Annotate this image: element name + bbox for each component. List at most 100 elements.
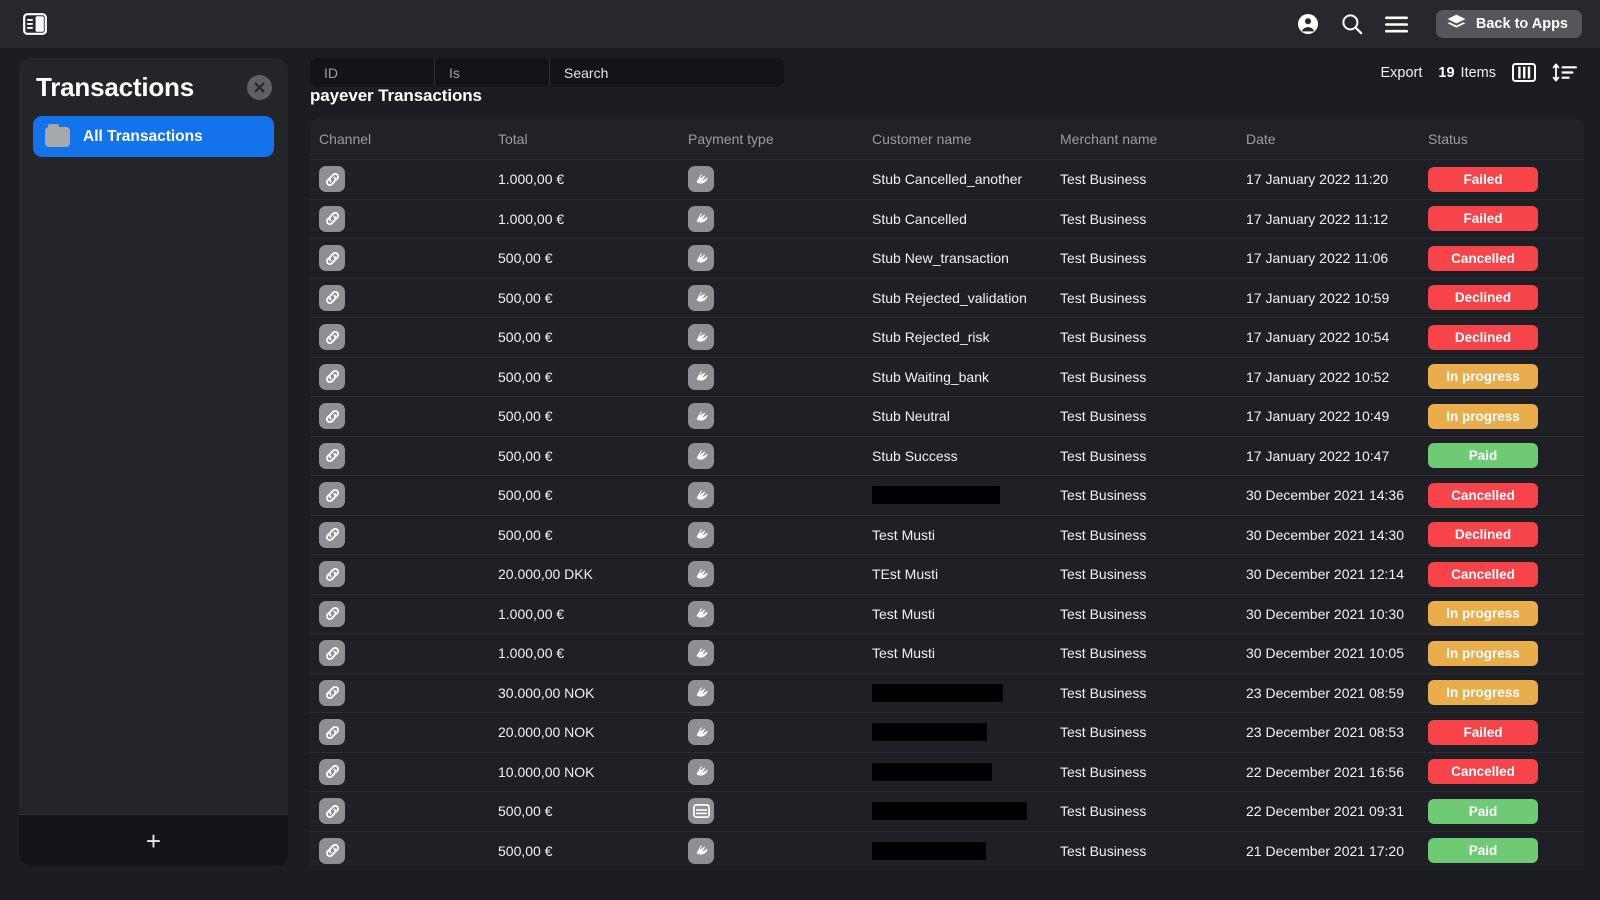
status-badge[interactable]: Paid (1428, 799, 1538, 824)
santander-flame-icon[interactable] (688, 759, 714, 785)
santander-flame-icon[interactable] (688, 285, 714, 311)
status-badge[interactable]: Failed (1428, 167, 1538, 192)
santander-flame-icon[interactable] (688, 680, 714, 706)
link-icon[interactable] (319, 443, 345, 469)
status-badge[interactable]: In progress (1428, 680, 1538, 705)
back-to-apps-button[interactable]: Back to Apps (1436, 10, 1582, 38)
table-row[interactable]: 20.000,00 NOKTest Business23 December 20… (310, 712, 1584, 752)
link-icon[interactable] (319, 680, 345, 706)
export-button[interactable]: Export (1380, 65, 1422, 81)
link-icon[interactable] (319, 482, 345, 508)
search-field-selector[interactable]: ID (310, 58, 435, 87)
status-badge[interactable]: Declined (1428, 522, 1538, 547)
table-row[interactable]: 500,00 €Stub New_transactionTest Busines… (310, 238, 1584, 278)
close-circle-icon[interactable] (247, 75, 272, 100)
search-input[interactable]: Search (550, 58, 784, 87)
status-badge[interactable]: In progress (1428, 404, 1538, 429)
status-badge[interactable]: In progress (1428, 364, 1538, 389)
bank-card-icon[interactable] (688, 798, 714, 824)
link-icon[interactable] (319, 403, 345, 429)
status-badge[interactable]: Cancelled (1428, 759, 1538, 784)
account-circle-icon[interactable] (1297, 13, 1319, 35)
status-badge[interactable]: Failed (1428, 206, 1538, 231)
column-header-channel[interactable]: Channel (310, 131, 498, 147)
status-badge[interactable]: Cancelled (1428, 246, 1538, 271)
table-row[interactable]: 500,00 €Stub Rejected_riskTest Business1… (310, 317, 1584, 357)
total-cell: 500,00 € (498, 329, 688, 345)
table-row[interactable]: 500,00 €Stub Waiting_bankTest Business17… (310, 357, 1584, 397)
santander-flame-icon[interactable] (688, 403, 714, 429)
table-row[interactable]: 500,00 €Test Business30 December 2021 14… (310, 475, 1584, 515)
link-icon[interactable] (319, 285, 345, 311)
hamburger-menu-icon[interactable] (1385, 16, 1408, 33)
status-badge[interactable]: Declined (1428, 285, 1538, 310)
link-icon[interactable] (319, 719, 345, 745)
date-cell: 30 December 2021 14:30 (1246, 527, 1428, 543)
column-header-date[interactable]: Date (1246, 131, 1428, 147)
status-badge[interactable]: Paid (1428, 443, 1538, 468)
status-badge[interactable]: In progress (1428, 601, 1538, 626)
table-row[interactable]: 500,00 €Stub SuccessTest Business17 Janu… (310, 436, 1584, 476)
link-icon[interactable] (319, 838, 345, 864)
table-row[interactable]: 20.000,00 DKKTEst MustiTest Business30 D… (310, 554, 1584, 594)
santander-flame-icon[interactable] (688, 482, 714, 508)
add-collection-button[interactable]: + (19, 814, 288, 866)
search-bar[interactable]: ID Is Search (310, 58, 784, 87)
link-icon[interactable] (319, 601, 345, 627)
search-operator-selector[interactable]: Is (435, 58, 550, 87)
date-cell: 30 December 2021 10:30 (1246, 606, 1428, 622)
table-row[interactable]: 10.000,00 NOKTest Business22 December 20… (310, 752, 1584, 792)
santander-flame-icon[interactable] (688, 838, 714, 864)
table-row[interactable]: 1.000,00 €Stub CancelledTest Business17 … (310, 199, 1584, 239)
santander-flame-icon[interactable] (688, 166, 714, 192)
status-badge[interactable]: Paid (1428, 838, 1538, 863)
customer-name-cell: Stub Success (872, 448, 1060, 464)
link-icon[interactable] (319, 364, 345, 390)
table-row[interactable]: 500,00 €Test Business21 December 2021 17… (310, 831, 1584, 871)
table-row[interactable]: 1.000,00 €Stub Cancelled_anotherTest Bus… (310, 159, 1584, 199)
columns-layout-icon[interactable] (1512, 63, 1536, 82)
sidebar-item-all-transactions[interactable]: All Transactions (33, 116, 274, 157)
column-header-payment-type[interactable]: Payment type (688, 131, 872, 147)
link-icon[interactable] (319, 324, 345, 350)
table-row[interactable]: 500,00 €Stub NeutralTest Business17 Janu… (310, 396, 1584, 436)
sidebar-panel-icon[interactable] (22, 12, 48, 36)
santander-flame-icon[interactable] (688, 719, 714, 745)
status-badge[interactable]: Failed (1428, 720, 1538, 745)
status-badge[interactable]: Declined (1428, 325, 1538, 350)
table-row[interactable]: 1.000,00 €Test MustiTest Business30 Dece… (310, 594, 1584, 634)
link-icon[interactable] (319, 522, 345, 548)
status-badge[interactable]: Cancelled (1428, 483, 1538, 508)
status-badge[interactable]: Cancelled (1428, 562, 1538, 587)
link-icon[interactable] (319, 640, 345, 666)
link-icon[interactable] (319, 166, 345, 192)
link-icon[interactable] (319, 759, 345, 785)
santander-flame-icon[interactable] (688, 364, 714, 390)
santander-flame-icon[interactable] (688, 561, 714, 587)
santander-flame-icon[interactable] (688, 640, 714, 666)
column-header-status[interactable]: Status (1428, 131, 1584, 147)
table-body: 1.000,00 €Stub Cancelled_anotherTest Bus… (310, 159, 1584, 870)
table-row[interactable]: 30.000,00 NOKTest Business23 December 20… (310, 673, 1584, 713)
santander-flame-icon[interactable] (688, 324, 714, 350)
table-row[interactable]: 500,00 €Test Business22 December 2021 09… (310, 791, 1584, 831)
merchant-name-cell: Test Business (1060, 803, 1246, 819)
table-row[interactable]: 500,00 €Test MustiTest Business30 Decemb… (310, 515, 1584, 555)
santander-flame-icon[interactable] (688, 522, 714, 548)
table-row[interactable]: 500,00 €Stub Rejected_validationTest Bus… (310, 278, 1584, 318)
link-icon[interactable] (319, 798, 345, 824)
status-badge[interactable]: In progress (1428, 641, 1538, 666)
santander-flame-icon[interactable] (688, 601, 714, 627)
sort-descending-icon[interactable] (1552, 63, 1578, 82)
santander-flame-icon[interactable] (688, 245, 714, 271)
link-icon[interactable] (319, 206, 345, 232)
link-icon[interactable] (319, 561, 345, 587)
column-header-merchant-name[interactable]: Merchant name (1060, 131, 1246, 147)
column-header-customer-name[interactable]: Customer name (872, 131, 1060, 147)
santander-flame-icon[interactable] (688, 206, 714, 232)
table-row[interactable]: 1.000,00 €Test MustiTest Business30 Dece… (310, 633, 1584, 673)
santander-flame-icon[interactable] (688, 443, 714, 469)
link-icon[interactable] (319, 245, 345, 271)
column-header-total[interactable]: Total (498, 131, 688, 147)
search-icon[interactable] (1341, 13, 1363, 35)
